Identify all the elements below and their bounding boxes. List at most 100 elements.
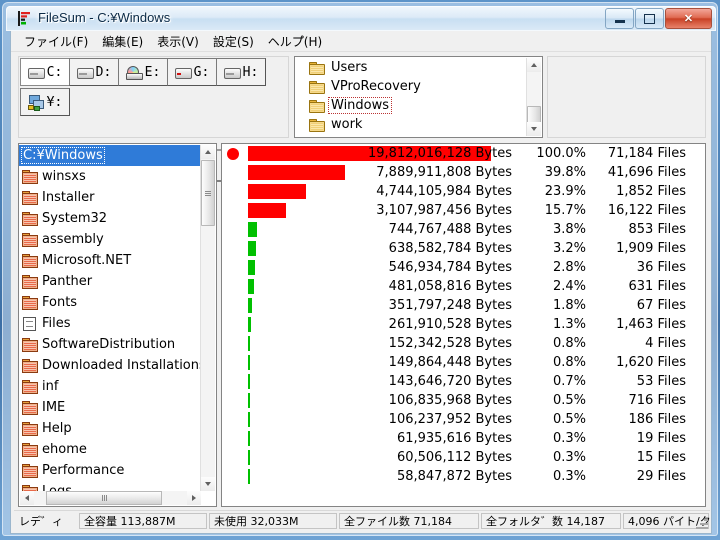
maximize-button[interactable]: [635, 8, 664, 29]
folder-icon: [309, 138, 324, 139]
status-total-files: 全ファイル数 71,184: [339, 512, 479, 529]
folder-name-item[interactable]: IME: [19, 397, 202, 418]
folder-list-item[interactable]: Windows: [295, 96, 525, 115]
size-data-row[interactable]: 61,935,616 Bytes 0.3% 19 Files: [222, 429, 705, 448]
folder-name-item[interactable]: Help: [19, 418, 202, 439]
cell-files: 1,909 Files: [616, 241, 686, 256]
folder-list-item-label: VProRecovery: [331, 79, 421, 94]
size-data-row[interactable]: 19,812,016,128 Bytes 100.0% 71,184 Files: [222, 144, 705, 163]
size-data-row[interactable]: 152,342,528 Bytes 0.8% 4 Files: [222, 334, 705, 353]
folder-name-item[interactable]: inf: [19, 376, 202, 397]
folder-listbox[interactable]: Users VProRecovery Windows work xampp: [294, 56, 543, 138]
minimize-button[interactable]: [605, 8, 634, 29]
size-data-row[interactable]: 149,864,448 Bytes 0.8% 1,620 Files: [222, 353, 705, 372]
cell-bytes: 744,767,488 Bytes: [388, 222, 512, 237]
size-data-row[interactable]: 261,910,528 Bytes 1.3% 1,463 Files: [222, 315, 705, 334]
tree-vscrollbar[interactable]: [200, 145, 215, 491]
menu-item-5[interactable]: ヘルプ゚(H): [261, 32, 329, 51]
folder-name-item[interactable]: Fonts: [19, 292, 202, 313]
drive-button-E[interactable]: E:: [118, 58, 168, 86]
drive-button-network[interactable]: ¥:: [20, 88, 70, 116]
folder-name-item[interactable]: System32: [19, 208, 202, 229]
folder-name-item[interactable]: Microsoft.NET: [19, 250, 202, 271]
tree-hscrollbar[interactable]: [20, 491, 201, 505]
size-data-cells: 106,237,952 Bytes 0.5% 186 Files: [222, 410, 705, 429]
folder-list-vscrollbar[interactable]: [526, 58, 541, 136]
cell-files: 1,620 Files: [616, 355, 686, 370]
folder-name-item[interactable]: Panther: [19, 271, 202, 292]
cell-percent: 3.8%: [552, 222, 586, 237]
scroll-down-arrow[interactable]: [201, 477, 215, 491]
cell-percent: 23.9%: [544, 184, 586, 199]
size-data-cells: 7,889,911,808 Bytes 39.8% 41,696 Files: [222, 163, 705, 182]
cell-percent: 0.8%: [552, 336, 586, 351]
folder-icon: [309, 118, 325, 132]
close-button[interactable]: ✕: [665, 8, 712, 29]
folder-name-item-label: assembly: [42, 232, 104, 247]
menu-item-3[interactable]: 表示(V): [150, 32, 206, 51]
folder-name-item[interactable]: Files: [19, 313, 202, 334]
size-data-row[interactable]: 638,582,784 Bytes 3.2% 1,909 Files: [222, 239, 705, 258]
folder-icon: [22, 464, 38, 478]
scroll-thumb[interactable]: [46, 491, 162, 505]
scroll-down-arrow[interactable]: [527, 122, 541, 136]
folder-name-item[interactable]: Performance: [19, 460, 202, 481]
drive-button-G[interactable]: G:: [167, 58, 217, 86]
size-data-row[interactable]: 106,835,968 Bytes 0.5% 716 Files: [222, 391, 705, 410]
folder-icon: [22, 443, 38, 457]
folder-name-item-label: Fonts: [42, 295, 78, 310]
client-area: ファイル(F) 編集(E) 表示(V) 設定(S) ヘルプ゚(H) C: D: E: G: H:…: [10, 31, 712, 534]
cell-files: 41,696 Files: [607, 165, 686, 180]
size-data-row[interactable]: 546,934,784 Bytes 2.8% 36 Files: [222, 258, 705, 277]
folder-name-item[interactable]: winsxs: [19, 166, 202, 187]
size-data-row[interactable]: 143,646,720 Bytes 0.7% 53 Files: [222, 372, 705, 391]
menu-item-4[interactable]: 設定(S): [206, 32, 261, 51]
scroll-up-arrow[interactable]: [201, 145, 215, 159]
size-data-cells: 481,058,816 Bytes 2.4% 631 Files: [222, 277, 705, 296]
size-data-row[interactable]: 4,744,105,984 Bytes 23.9% 1,852 Files: [222, 182, 705, 201]
cell-percent: 0.3%: [552, 450, 586, 465]
folder-icon: [22, 170, 38, 184]
folder-icon: [22, 233, 38, 247]
resize-grip[interactable]: [695, 516, 708, 529]
folder-name-item[interactable]: SoftwareDistribution: [19, 334, 202, 355]
size-data-rows: 19,812,016,128 Bytes 100.0% 71,184 Files 7,…: [222, 144, 705, 486]
folder-name-item[interactable]: Downloaded Installations: [19, 355, 206, 376]
folder-name-item[interactable]: ehome: [19, 439, 202, 460]
status-bar: レデ゛ィ 全容量 113,887M 未使用 32,033M 全ファイル数 71,…: [14, 510, 711, 530]
drive-button-H[interactable]: H:: [216, 58, 266, 86]
scroll-thumb[interactable]: [201, 160, 215, 226]
menu-item-2[interactable]: 編集(E): [95, 32, 150, 51]
folder-list-item[interactable]: VProRecovery: [295, 77, 525, 96]
size-data-row[interactable]: 744,767,488 Bytes 3.8% 853 Files: [222, 220, 705, 239]
size-data-row[interactable]: 3,107,987,456 Bytes 15.7% 16,122 Files: [222, 201, 705, 220]
size-data-row[interactable]: 106,237,952 Bytes 0.5% 186 Files: [222, 410, 705, 429]
cell-bytes: 152,342,528 Bytes: [388, 336, 512, 351]
drive-button-D[interactable]: D:: [69, 58, 119, 86]
menu-item-1[interactable]: ファイル(F): [17, 32, 95, 51]
scroll-right-arrow[interactable]: [187, 491, 201, 505]
folder-name-item[interactable]: C:¥Windows: [19, 145, 202, 166]
size-data-row[interactable]: 7,889,911,808 Bytes 39.8% 41,696 Files: [222, 163, 705, 182]
size-data-row[interactable]: 481,058,816 Bytes 2.4% 631 Files: [222, 277, 705, 296]
cell-percent: 0.3%: [552, 469, 586, 484]
scroll-left-arrow[interactable]: [20, 491, 34, 505]
folder-list-item[interactable]: xampp: [295, 134, 525, 139]
cell-bytes: 61,935,616 Bytes: [396, 431, 512, 446]
folder-name-list[interactable]: C:¥Windows winsxs Installer System32 assembl…: [18, 143, 217, 507]
scroll-up-arrow[interactable]: [527, 58, 541, 72]
size-data-row[interactable]: 351,797,248 Bytes 1.8% 67 Files: [222, 296, 705, 315]
size-data-row[interactable]: 60,506,112 Bytes 0.3% 15 Files: [222, 448, 705, 467]
size-data-list[interactable]: 19,812,016,128 Bytes 100.0% 71,184 Files 7,…: [221, 143, 706, 507]
folder-list-item[interactable]: Users: [295, 58, 525, 77]
drive-button-C[interactable]: C:: [20, 58, 70, 86]
folder-name-item[interactable]: Installer: [19, 187, 202, 208]
size-data-row[interactable]: 58,847,872 Bytes 0.3% 29 Files: [222, 467, 705, 486]
cell-bytes: 106,237,952 Bytes: [388, 412, 512, 427]
folder-list-item[interactable]: work: [295, 115, 525, 134]
cell-files: 53 Files: [636, 374, 686, 389]
network-drive-icon: [27, 95, 44, 111]
folder-name-item[interactable]: assembly: [19, 229, 202, 250]
cell-percent: 0.8%: [552, 355, 586, 370]
folder-list-item-label: work: [331, 117, 363, 132]
